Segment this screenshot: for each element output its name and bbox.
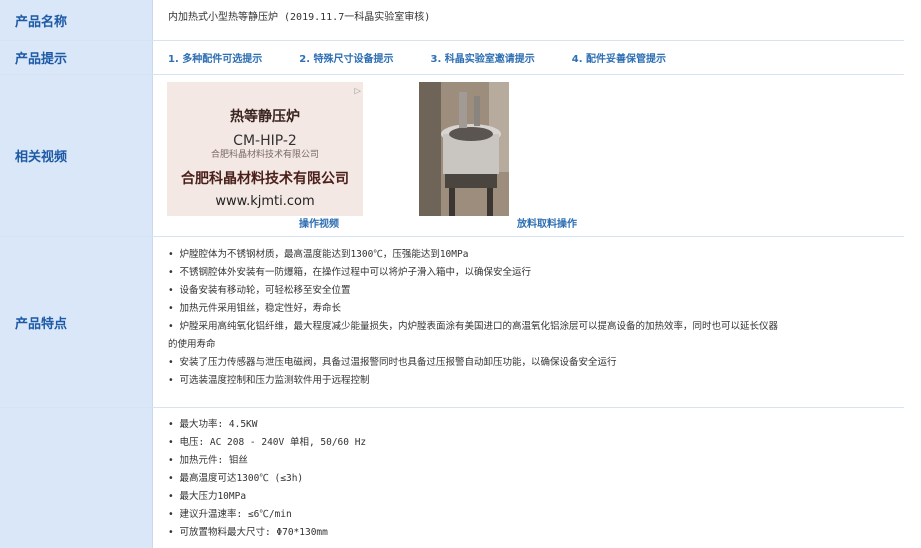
spec-item: • 建议升温速率: ≤6℃/min xyxy=(168,509,292,520)
thumb-company: 合肥科晶材料技术有限公司 xyxy=(181,171,349,187)
furnace-photo-icon xyxy=(419,82,509,216)
spec-item: • 最大功率: 4.5KW xyxy=(168,419,258,430)
specs-list: • 最大功率: 4.5KW • 电压: AC 208 - 240V 单相, 50… xyxy=(153,408,904,548)
spec-item: • 加热元件: 钼丝 xyxy=(168,455,248,466)
thumb-title: 热等静压炉 xyxy=(230,109,300,125)
specs-label xyxy=(0,408,153,548)
specs-row: • 最大功率: 4.5KW • 电压: AC 208 - 240V 单相, 50… xyxy=(0,408,904,548)
play-icon: ▷ xyxy=(354,84,361,97)
feature-item: • 炉膛腔体为不锈钢材质，最高温度能达到1300℃，压强能达到10MPa xyxy=(168,249,469,260)
loading-video-caption[interactable]: 放料取料操作 xyxy=(517,215,577,230)
product-features-label: 产品特点 xyxy=(0,237,153,407)
related-videos-label: 相关视频 xyxy=(0,75,153,236)
operation-video-thumbnail[interactable]: 热等静压炉 CM-HIP-2 合肥科晶材料技术有限公司 合肥科晶材料技术有限公司… xyxy=(167,82,363,216)
feature-item: • 可选装温度控制和压力监测软件用于远程控制 xyxy=(168,375,370,386)
product-name-value: 内加热式小型热等静压炉 (2019.11.7一科晶实验室审核) xyxy=(168,12,431,23)
spec-item: • 电压: AC 208 - 240V 单相, 50/60 Hz xyxy=(168,437,367,448)
tip-link-4[interactable]: 4. 配件妥善保管提示 xyxy=(572,50,666,65)
feature-item: • 不锈钢腔体外安装有一防爆箱，在操作过程中可以将炉子滑入箱中，以确保安全运行 xyxy=(168,267,531,278)
tip-link-3[interactable]: 3. 科晶实验室邀请提示 xyxy=(431,50,535,65)
thumb-website: www.kjmti.com xyxy=(215,194,315,209)
spec-item: • 最高温度可达1300℃ (≤3h) xyxy=(168,473,304,484)
feature-item-continued: 的使用寿命 xyxy=(168,339,216,350)
product-tips-label: 产品提示 xyxy=(0,41,153,74)
loading-video-thumbnail[interactable] xyxy=(419,82,509,216)
spec-item: • 可放置物料最大尺寸: Φ70*130mm xyxy=(168,527,328,538)
features-list: • 炉膛腔体为不锈钢材质，最高温度能达到1300℃，压强能达到10MPa • 不… xyxy=(153,237,904,407)
thumb-watermark-text: 合肥科晶材料技术有限公司 xyxy=(210,150,319,160)
product-tips-row: 产品提示 1. 多种配件可选提示 2. 特殊尺寸设备提示 3. 科晶实验室邀请提… xyxy=(0,41,904,75)
product-features-row: 产品特点 • 炉膛腔体为不锈钢材质，最高温度能达到1300℃，压强能达到10MP… xyxy=(0,237,904,408)
related-videos-content: 热等静压炉 CM-HIP-2 合肥科晶材料技术有限公司 合肥科晶材料技术有限公司… xyxy=(153,75,904,236)
product-table: 产品名称 内加热式小型热等静压炉 (2019.11.7一科晶实验室审核) 产品提… xyxy=(0,0,904,548)
feature-item: • 安装了压力传感器与泄压电磁阀，具备过温报警同时也具备过压报警自动卸压功能，以… xyxy=(168,357,617,368)
product-name-label: 产品名称 xyxy=(0,0,153,40)
spec-item: • 最大压力10MPa xyxy=(168,491,247,502)
feature-item: • 炉膛采用高纯氧化铝纤维，最大程度减少能量损失，内炉膛表面涂有美国进口的高温氧… xyxy=(168,321,778,332)
feature-item: • 设备安装有移动轮，可轻松移至安全位置 xyxy=(168,285,351,296)
tip-link-1[interactable]: 1. 多种配件可选提示 xyxy=(168,50,262,65)
feature-item: • 加热元件采用钼丝，稳定性好，寿命长 xyxy=(168,303,341,314)
related-videos-row: 相关视频 热等静压炉 CM-HIP-2 合肥科晶材料技术有限公司 合肥科晶材料技… xyxy=(0,75,904,237)
product-tips-content: 1. 多种配件可选提示 2. 特殊尺寸设备提示 3. 科晶实验室邀请提示 4. … xyxy=(153,41,904,74)
tip-link-2[interactable]: 2. 特殊尺寸设备提示 xyxy=(299,50,393,65)
product-name-row: 产品名称 内加热式小型热等静压炉 (2019.11.7一科晶实验室审核) xyxy=(0,0,904,41)
operation-video-caption[interactable]: 操作视频 xyxy=(299,215,339,230)
